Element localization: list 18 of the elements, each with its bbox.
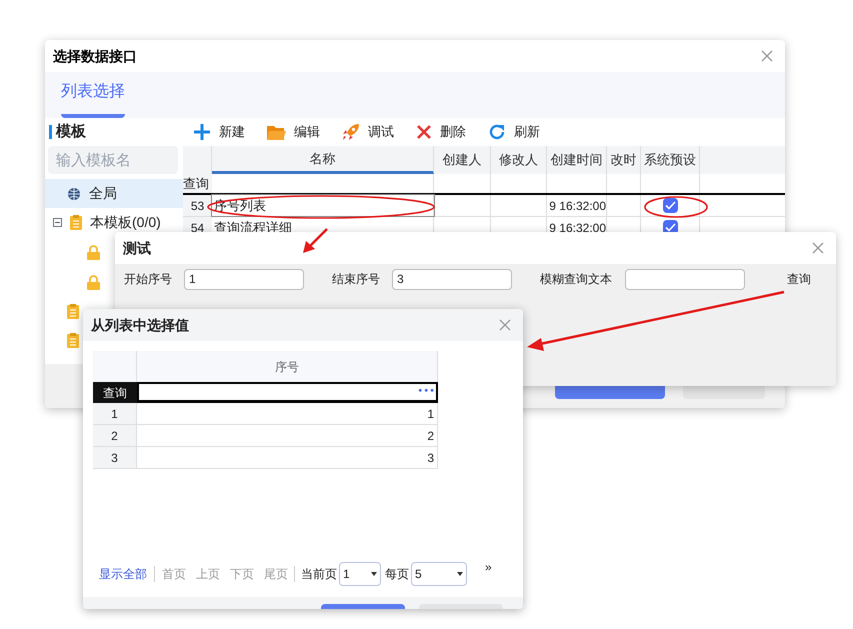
- filter-label: 查询: [183, 174, 212, 193]
- tree-label: 全局: [89, 184, 117, 203]
- pager-label: 每页: [385, 566, 409, 583]
- field-label: 结束序号: [332, 271, 381, 288]
- tree-label: 本模板(0/0): [90, 213, 161, 232]
- filter-label: 查询: [93, 382, 137, 403]
- row-number: 53: [183, 195, 212, 216]
- window-title: 测试: [123, 238, 151, 258]
- field-label: 开始序号: [124, 271, 173, 288]
- window-title: 从列表中选择值: [91, 316, 189, 334]
- table-cell: 9 16:32:00: [547, 195, 607, 216]
- pager-label: 当前页: [301, 566, 337, 583]
- window-title: 选择数据接口: [53, 46, 137, 66]
- row-number: 1: [93, 403, 137, 424]
- row-number: 3: [93, 447, 137, 468]
- row-number: 2: [93, 425, 137, 446]
- panel-heading: 模板: [56, 122, 86, 142]
- field-label: 模糊查询文本: [540, 271, 613, 288]
